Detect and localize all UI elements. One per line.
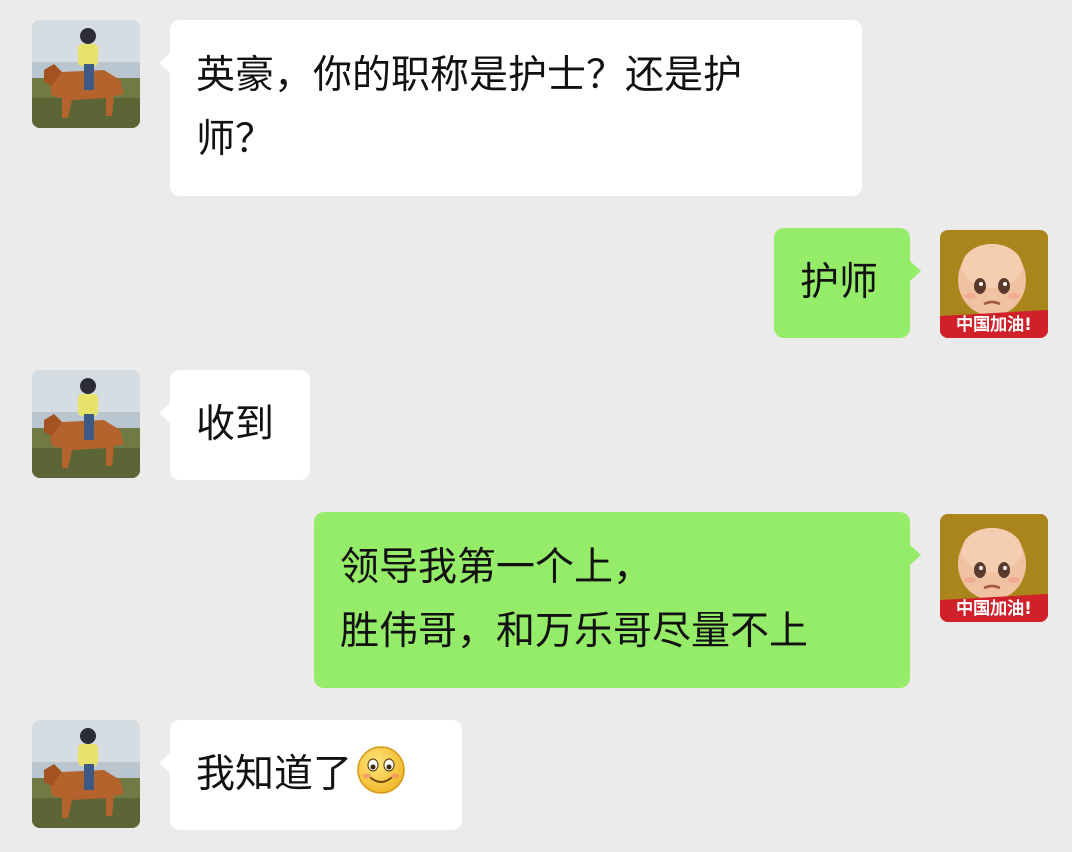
message-text-line: 领导我第一个上， [340,545,653,590]
avatar-badge-text: 中国加油! [956,598,1032,619]
message-text: 我知道了 [196,752,353,797]
bubble-tail [159,752,171,774]
contact-avatar[interactable] [32,720,140,828]
chat-window: 英豪，你的职称是护士？还是护 师？ 护师 中国加油! 收到 领导我第一个上， 胜… [0,0,1072,852]
bubble-tail [909,544,921,566]
my-avatar[interactable]: 中国加油! [940,514,1048,622]
message-bubble[interactable]: 领导我第一个上， 胜伟哥，和万乐哥尽量不上 [314,512,921,688]
my-avatar[interactable]: 中国加油! [940,230,1048,338]
message-text-line: 护师 [800,260,879,305]
message-text-line: 收到 [196,402,275,447]
message-text-line: 我知道了 [196,743,436,807]
bubble-tail [909,260,921,282]
message-text-line: 英豪，你的职称是护士？还是护 [196,53,743,98]
bubble-tail [159,402,171,424]
contact-avatar[interactable] [32,370,140,478]
smile-emoji-icon [356,745,406,795]
message-text-line: 师？ [196,117,275,162]
avatar-badge-text: 中国加油! [956,314,1032,335]
message-bubble[interactable]: 我知道了 [159,720,462,830]
message-bubble[interactable]: 收到 [159,370,310,480]
message-bubble[interactable]: 英豪，你的职称是护士？还是护 师？ [159,20,862,196]
contact-avatar[interactable] [32,20,140,128]
bubble-tail [159,52,171,74]
message-text-line: 胜伟哥，和万乐哥尽量不上 [340,609,809,654]
message-bubble[interactable]: 护师 [774,228,921,338]
